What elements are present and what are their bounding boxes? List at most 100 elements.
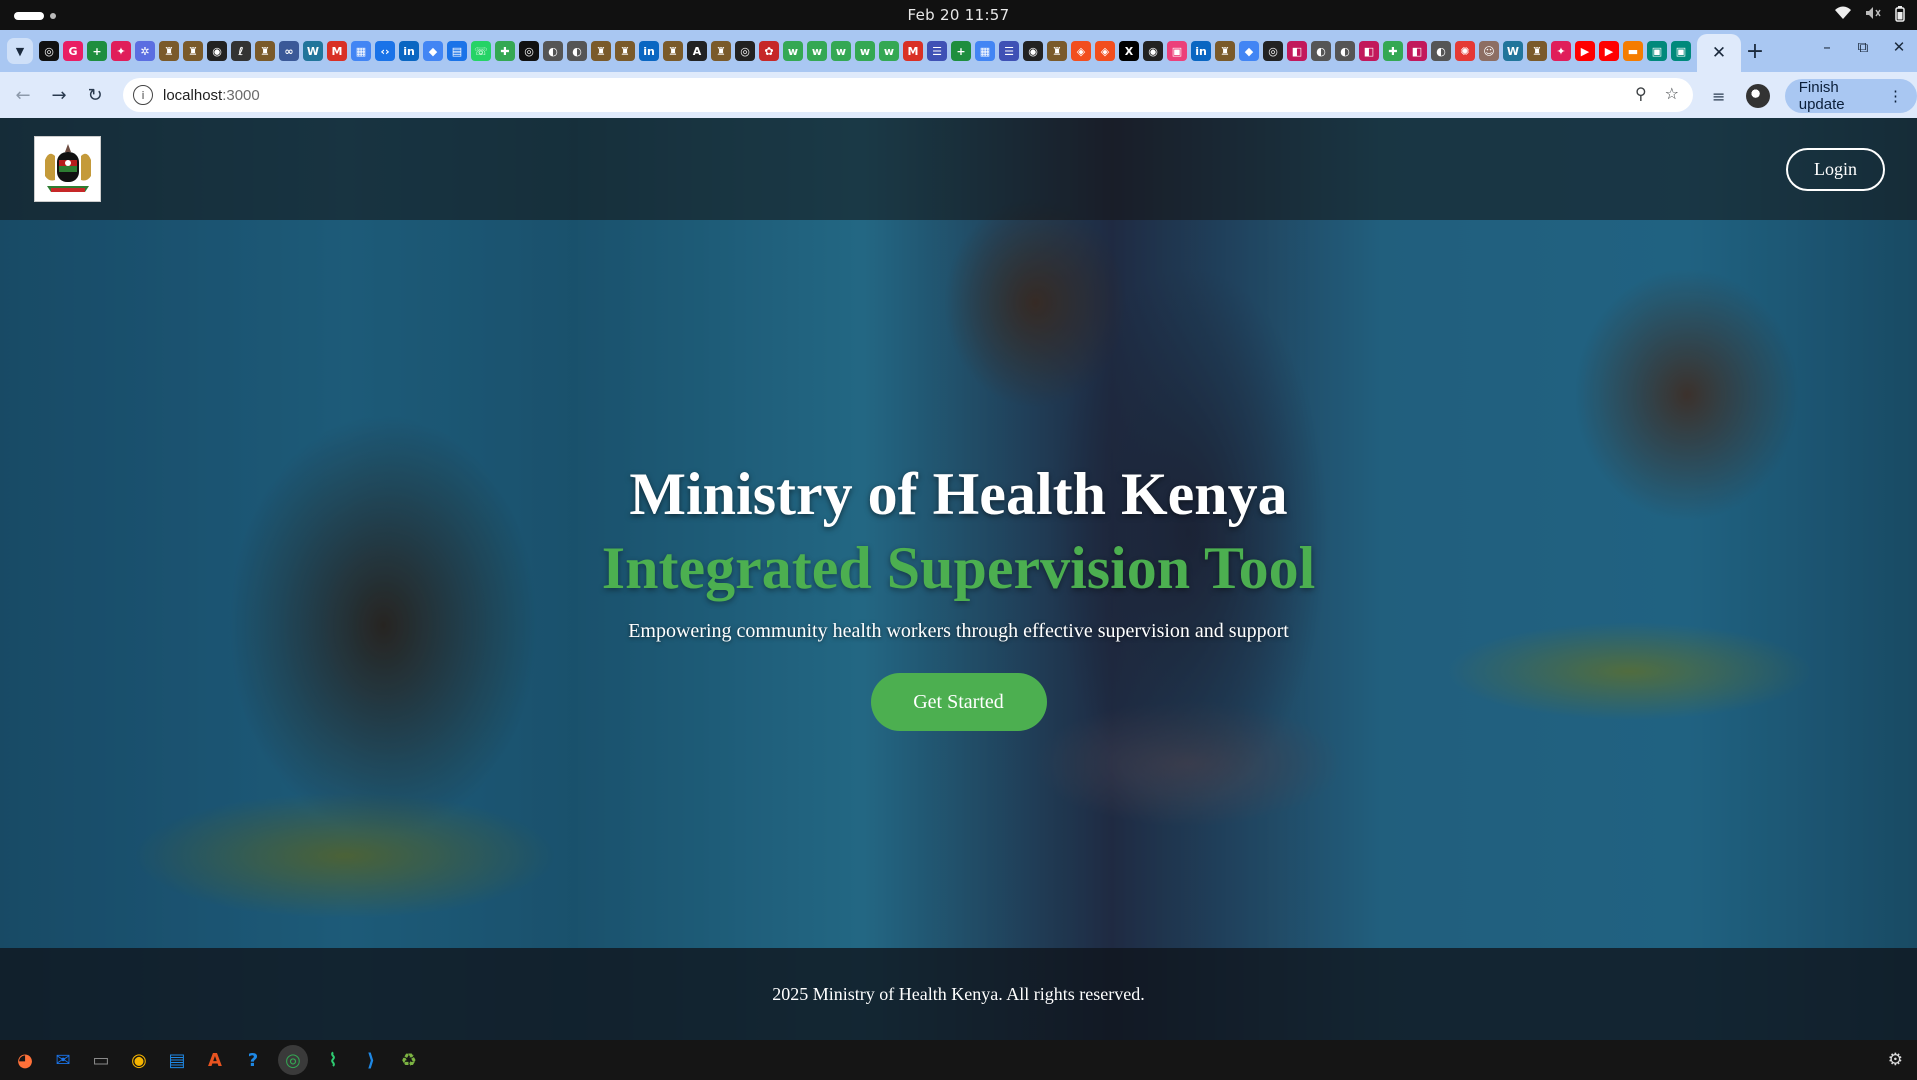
- font-icon[interactable]: A: [687, 41, 707, 61]
- globe-icon[interactable]: ◐: [1335, 41, 1355, 61]
- minimize-button[interactable]: –: [1819, 38, 1835, 56]
- chrome-icon[interactable]: ◎: [278, 1045, 308, 1075]
- w-icon[interactable]: w: [879, 41, 899, 61]
- curl-icon[interactable]: ℓ: [231, 41, 251, 61]
- wordpress-icon[interactable]: W: [1503, 41, 1523, 61]
- sheets-plus-icon[interactable]: +: [87, 41, 107, 61]
- new-tab-button[interactable]: +: [1742, 38, 1768, 64]
- settings-tray-icon[interactable]: ⚙: [1888, 1050, 1903, 1070]
- maps-icon[interactable]: ✚: [1383, 41, 1403, 61]
- finish-update-button[interactable]: Finish update ⋮: [1784, 79, 1917, 113]
- zoom-icon[interactable]: ⚲: [1635, 84, 1647, 103]
- profile-button[interactable]: [1745, 82, 1771, 110]
- coat-of-arms-icon[interactable]: ♜: [591, 41, 611, 61]
- chart-icon[interactable]: ▤: [447, 41, 467, 61]
- app-center-icon[interactable]: A: [202, 1047, 228, 1073]
- github-icon[interactable]: ◉: [207, 41, 227, 61]
- wordpress-icon[interactable]: W: [303, 41, 323, 61]
- close-tab-icon[interactable]: ✕: [1712, 43, 1726, 63]
- figma-icon[interactable]: ◈: [1095, 41, 1115, 61]
- bookmark-star-icon[interactable]: ☆: [1665, 84, 1679, 103]
- maps-icon[interactable]: ✚: [495, 41, 515, 61]
- tab-search-button[interactable]: ▼: [7, 38, 33, 64]
- globe-icon[interactable]: ◐: [543, 41, 563, 61]
- app-icon[interactable]: ◧: [1359, 41, 1379, 61]
- system-status-area[interactable]: [1835, 6, 1905, 26]
- slack-icon[interactable]: ✦: [1551, 41, 1571, 61]
- system-clock[interactable]: Feb 20 11:57: [0, 6, 1917, 24]
- slack-icon[interactable]: ✦: [111, 41, 131, 61]
- youtube-icon[interactable]: ▶: [1599, 41, 1619, 61]
- calendar-icon[interactable]: ▦: [975, 41, 995, 61]
- reload-button[interactable]: ↻: [78, 78, 112, 112]
- teal-box-icon[interactable]: ▣: [1671, 41, 1691, 61]
- restore-button[interactable]: ⧉: [1855, 38, 1871, 56]
- target-icon[interactable]: ◎: [735, 41, 755, 61]
- orange-doc-icon[interactable]: ▬: [1623, 41, 1643, 61]
- w-icon[interactable]: w: [807, 41, 827, 61]
- diamond-icon[interactable]: ◆: [1239, 41, 1259, 61]
- calendar-icon[interactable]: ▦: [351, 41, 371, 61]
- rhythmbox-icon[interactable]: ◉: [126, 1047, 152, 1073]
- coat-of-arms-icon[interactable]: ♜: [711, 41, 731, 61]
- forward-button[interactable]: →: [42, 78, 76, 112]
- globe-icon[interactable]: ◐: [1311, 41, 1331, 61]
- openai-icon[interactable]: ◎: [39, 41, 59, 61]
- coat-of-arms-icon[interactable]: ♜: [1527, 41, 1547, 61]
- coat-of-arms-icon[interactable]: ♜: [1215, 41, 1235, 61]
- youtube-icon[interactable]: ▶: [1575, 41, 1595, 61]
- firefox-icon[interactable]: ◕: [12, 1047, 38, 1073]
- gmail-icon[interactable]: M: [903, 41, 923, 61]
- app-icon[interactable]: ◧: [1407, 41, 1427, 61]
- writer-icon[interactable]: ▤: [164, 1047, 190, 1073]
- coat-of-arms-icon[interactable]: ♜: [255, 41, 275, 61]
- whatsapp-icon[interactable]: ☏: [471, 41, 491, 61]
- github-icon[interactable]: ◉: [1023, 41, 1043, 61]
- sheets-plus-icon[interactable]: +: [951, 41, 971, 61]
- w-icon[interactable]: w: [831, 41, 851, 61]
- globe-icon[interactable]: ◐: [567, 41, 587, 61]
- code-icon[interactable]: ‹›: [375, 41, 395, 61]
- media-controls-icon[interactable]: ≡: [1706, 82, 1731, 110]
- link-icon[interactable]: ∞: [279, 41, 299, 61]
- pink-square-icon[interactable]: ▣: [1167, 41, 1187, 61]
- login-button[interactable]: Login: [1786, 148, 1885, 191]
- coat-of-arms-logo[interactable]: [34, 136, 101, 202]
- globe-icon[interactable]: ◐: [1431, 41, 1451, 61]
- coat-of-arms-icon[interactable]: ♜: [615, 41, 635, 61]
- close-window-button[interactable]: ✕: [1891, 38, 1907, 56]
- target-icon[interactable]: ◎: [1263, 41, 1283, 61]
- diamond-icon[interactable]: ◆: [423, 41, 443, 61]
- google-search-icon[interactable]: G: [63, 41, 83, 61]
- linkedin-icon[interactable]: in: [399, 41, 419, 61]
- openai-icon[interactable]: ◎: [519, 41, 539, 61]
- back-button[interactable]: ←: [6, 78, 40, 112]
- portrait-icon[interactable]: ☺: [1479, 41, 1499, 61]
- terminal-icon[interactable]: ⌇: [320, 1047, 346, 1073]
- site-info-icon[interactable]: i: [133, 85, 153, 105]
- linkedin-icon[interactable]: in: [1191, 41, 1211, 61]
- files-icon[interactable]: ▭: [88, 1047, 114, 1073]
- get-started-button[interactable]: Get Started: [870, 673, 1047, 731]
- vscode-icon[interactable]: ⟩: [358, 1047, 384, 1073]
- list-icon[interactable]: ☰: [927, 41, 947, 61]
- gmail-icon[interactable]: M: [327, 41, 347, 61]
- linkedin-icon[interactable]: in: [639, 41, 659, 61]
- coat-of-arms-icon[interactable]: ♜: [183, 41, 203, 61]
- coat-of-arms-icon[interactable]: ♜: [663, 41, 683, 61]
- coat-of-arms-icon[interactable]: ♜: [159, 41, 179, 61]
- tab-active-localhost[interactable]: ✕: [1697, 34, 1741, 72]
- figma-icon[interactable]: ◈: [1071, 41, 1091, 61]
- list-icon[interactable]: ☰: [999, 41, 1019, 61]
- w-icon[interactable]: w: [783, 41, 803, 61]
- help-icon[interactable]: ?: [240, 1047, 266, 1073]
- app-icon[interactable]: ◧: [1287, 41, 1307, 61]
- gear-site-icon[interactable]: ✲: [135, 41, 155, 61]
- x-icon[interactable]: X: [1119, 41, 1139, 61]
- github-icon[interactable]: ◉: [1143, 41, 1163, 61]
- address-bar[interactable]: i localhost:3000 ⚲ ☆: [123, 78, 1693, 112]
- teal-box-icon[interactable]: ▣: [1647, 41, 1667, 61]
- trash-icon[interactable]: ♻: [396, 1047, 422, 1073]
- coat-of-arms-icon[interactable]: ♜: [1047, 41, 1067, 61]
- thunderbird-icon[interactable]: ✉: [50, 1047, 76, 1073]
